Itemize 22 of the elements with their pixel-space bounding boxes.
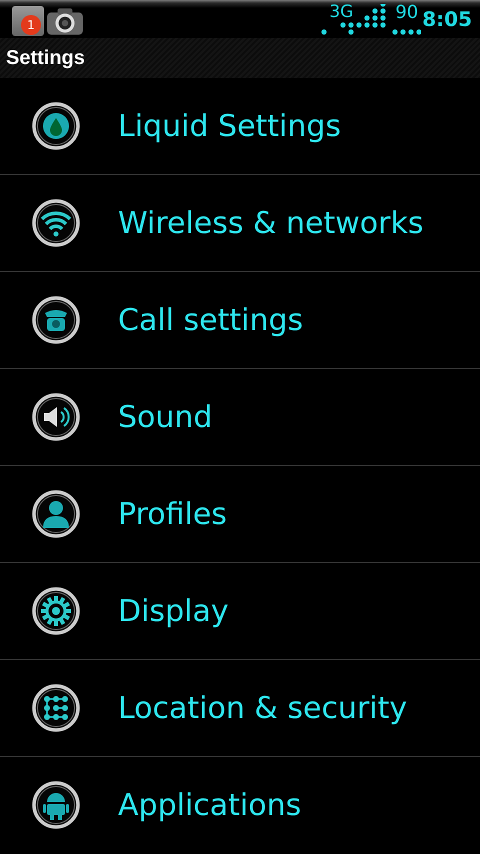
robot-icon	[32, 781, 80, 829]
clock: 8:05	[422, 7, 472, 31]
settings-item[interactable]: Applications	[0, 757, 480, 853]
gear-icon	[32, 587, 80, 635]
settings-item[interactable]: Sound	[0, 369, 480, 466]
phone-icon	[32, 296, 80, 344]
settings-item[interactable]: Liquid Settings	[0, 78, 480, 175]
drop-icon	[32, 102, 80, 150]
screen-title: Settings	[6, 46, 85, 70]
settings-item[interactable]: Display	[0, 563, 480, 660]
camera-icon	[46, 6, 84, 36]
settings-item[interactable]: Call settings	[0, 272, 480, 369]
person-icon	[32, 490, 80, 538]
settings-item[interactable]: Wireless & networks	[0, 175, 480, 272]
settings-item[interactable]: Profiles	[0, 466, 480, 563]
pattern-icon	[32, 684, 80, 732]
wifi-icon	[32, 199, 80, 247]
network-type: 3G	[329, 2, 354, 22]
notification-badge: 1	[21, 15, 41, 35]
settings-item[interactable]: Location & security	[0, 660, 480, 757]
battery-level: 90	[395, 2, 418, 23]
speaker-icon	[32, 393, 80, 441]
